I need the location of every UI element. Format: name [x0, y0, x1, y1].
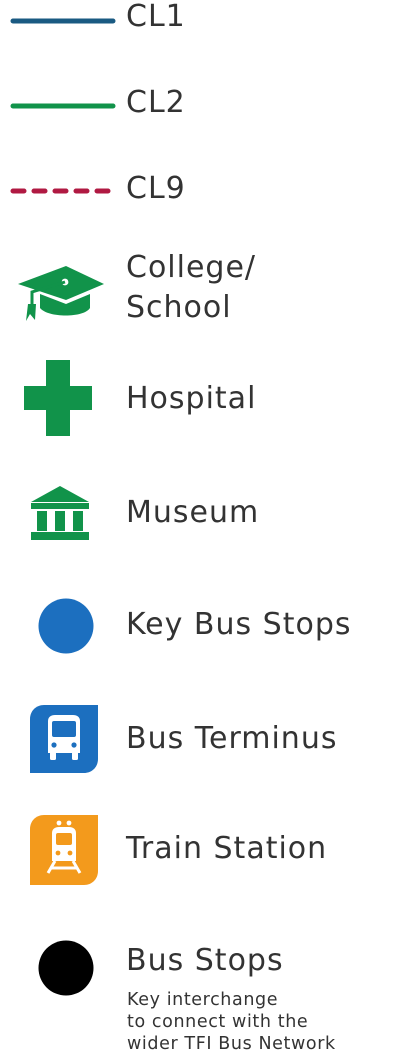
medical-cross-icon — [24, 360, 92, 436]
legend-item-museum: Museum — [0, 482, 399, 552]
cl9-route-dashed-line — [10, 188, 116, 194]
bus-stops-note-line-3: wider TFI Bus Network — [127, 1034, 336, 1054]
cl1-route-line — [10, 18, 116, 24]
museum-label: Museum — [126, 495, 260, 530]
train-front-icon — [30, 815, 98, 885]
legend-item-cl2: CL2 — [0, 85, 399, 130]
cl2-label: CL2 — [126, 85, 186, 120]
legend-item-cl9: CL9 — [0, 170, 399, 215]
cl9-label: CL9 — [126, 171, 186, 206]
cl2-route-line — [10, 103, 116, 109]
bus-terminus-label: Bus Terminus — [126, 721, 338, 756]
train-station-label: Train Station — [126, 831, 328, 866]
college-label-line-2: School — [126, 290, 232, 325]
legend-item-cl1: CL1 — [0, 0, 399, 45]
key-bus-stop-marker — [38, 598, 94, 654]
bus-stops-note-line-1: Key interchange — [127, 990, 279, 1010]
museum-building-icon — [31, 486, 89, 540]
legend-item-train-station: Train Station — [0, 814, 399, 886]
legend-item-college-school: College/ School — [0, 248, 399, 328]
bus-stop-marker — [38, 940, 94, 996]
graduation-cap-icon — [18, 266, 104, 321]
cl1-label: CL1 — [126, 0, 186, 34]
college-label-line-1: College/ — [126, 250, 257, 285]
bus-front-icon — [30, 705, 98, 773]
legend-item-bus-terminus: Bus Terminus — [0, 704, 399, 776]
bus-stops-label: Bus Stops — [126, 943, 284, 978]
legend-item-key-bus-stops: Key Bus Stops — [0, 596, 399, 666]
key-bus-stops-label: Key Bus Stops — [126, 607, 352, 642]
legend-item-hospital: Hospital — [0, 360, 399, 440]
bus-stops-note-line-2: to connect with the — [127, 1012, 309, 1032]
hospital-label: Hospital — [126, 381, 257, 416]
legend-item-bus-stops: Bus Stops Key interchange to connect wit… — [0, 938, 399, 1064]
